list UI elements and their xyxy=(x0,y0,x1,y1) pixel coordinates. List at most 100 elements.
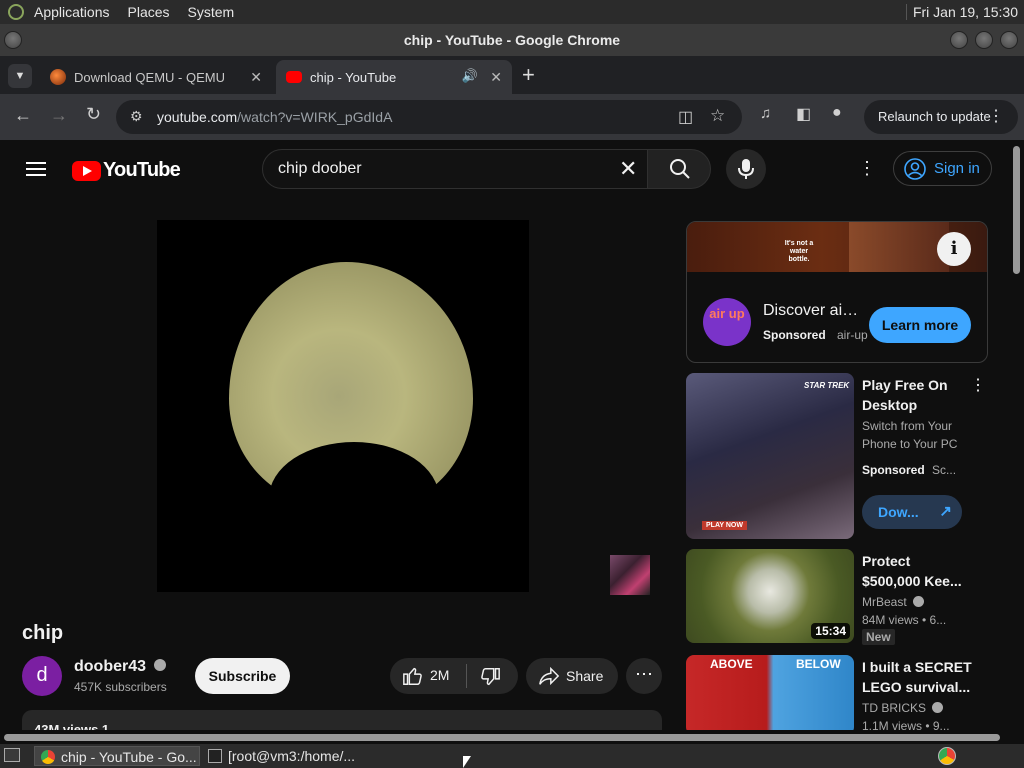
ad-card[interactable]: It's not a water bottle. i air up Discov… xyxy=(686,221,988,363)
recommendation-channel[interactable]: MrBeast xyxy=(862,593,925,611)
window-menu-button[interactable] xyxy=(4,31,22,49)
clock[interactable]: Fri Jan 19, 15:30 xyxy=(905,4,1018,20)
tab-strip: ▼ Download QEMU - QEMU ✕ chip - YouTube … xyxy=(0,56,1024,94)
more-actions-button[interactable]: ⋯ xyxy=(626,658,662,694)
dislike-button[interactable] xyxy=(467,658,518,694)
recommendation-title[interactable]: Protect $500,000 Kee... xyxy=(862,551,962,591)
subscribe-button[interactable]: Subscribe xyxy=(195,658,290,694)
sign-in-label: Sign in xyxy=(934,160,980,177)
browser-toolbar: ← → ↻ ⚙ youtube.com/watch?v=WIRK_pGdIdA … xyxy=(0,94,1024,140)
recommendation-title[interactable]: Play Free On Desktop xyxy=(862,375,962,415)
taskbar-item-terminal[interactable]: [root@vm3:/home/... xyxy=(202,746,372,766)
sponsored-label: Sponsored xyxy=(862,463,925,477)
new-tab-icon[interactable]: + xyxy=(522,62,535,88)
taskbar-item-chrome[interactable]: chip - YouTube - Go... xyxy=(34,746,200,766)
recommendation-sponsored: Sponsored Sc... xyxy=(862,461,956,479)
download-button[interactable]: Dow... ↗ xyxy=(862,495,962,529)
bookmark-star-icon[interactable]: ☆ xyxy=(710,106,725,126)
thumbnail-above-label: ABOVE xyxy=(710,657,753,671)
recommendation-line1: Switch from Your xyxy=(862,419,953,433)
ad-info-icon[interactable]: i xyxy=(937,232,971,266)
thumbnail-below-label: BELOW xyxy=(796,657,841,671)
search-box[interactable]: ✕ xyxy=(262,149,648,189)
channel-avatar[interactable]: d xyxy=(22,656,62,696)
tab-qemu[interactable]: Download QEMU - QEMU ✕ xyxy=(40,60,272,94)
thumbnail-play-now: PLAY NOW xyxy=(702,521,747,530)
recommendation-item[interactable]: ABOVE BELOW I built a SECRET LEGO surviv… xyxy=(686,655,986,730)
gnome-foot-icon[interactable] xyxy=(8,4,24,20)
horizontal-scrollbar[interactable] xyxy=(0,730,1010,744)
ad-title[interactable]: Discover air up xyxy=(763,302,859,320)
tab-youtube[interactable]: chip - YouTube 🔊 ✕ xyxy=(276,60,512,94)
channel-name-text: doober43 xyxy=(74,658,147,675)
clear-search-icon[interactable]: ✕ xyxy=(619,156,637,182)
maximize-button[interactable] xyxy=(975,31,993,49)
recommendation-thumbnail[interactable]: ABOVE BELOW xyxy=(686,655,854,730)
tab-audio-icon[interactable]: 🔊 xyxy=(462,68,478,84)
url-path: /watch?v=WIRK_pGdIdA xyxy=(237,109,393,125)
tab-qemu-label: Download QEMU - QEMU xyxy=(74,69,225,85)
address-bar[interactable]: ⚙ youtube.com/watch?v=WIRK_pGdIdA ◫ ☆ xyxy=(116,100,742,134)
show-desktop-icon[interactable] xyxy=(4,748,20,762)
places-menu[interactable]: Places xyxy=(128,4,170,20)
applications-menu[interactable]: Applications xyxy=(34,4,110,20)
learn-more-button[interactable]: Learn more xyxy=(869,307,971,343)
window-titlebar[interactable]: chip - YouTube - Google Chrome xyxy=(0,24,1024,56)
media-controls-icon[interactable]: ♫ xyxy=(760,105,771,122)
chrome-menu-icon[interactable]: ⋮ xyxy=(988,100,1004,134)
minimize-button[interactable] xyxy=(950,31,968,49)
forward-icon[interactable]: → xyxy=(50,105,68,126)
guide-menu-icon[interactable] xyxy=(26,162,46,176)
ad-domain: air-up xyxy=(837,328,868,342)
qemu-favicon-icon xyxy=(50,69,66,85)
tray-chrome-icon[interactable] xyxy=(938,747,956,765)
recommendation-channel[interactable]: TD BRICKS xyxy=(862,699,944,717)
video-title: chip xyxy=(22,622,64,644)
recommendation-thumbnail[interactable]: 15:34 xyxy=(686,549,854,643)
youtube-favicon-icon xyxy=(286,71,302,83)
share-button[interactable]: Share xyxy=(526,658,618,694)
vertical-scrollbar-thumb[interactable] xyxy=(1013,146,1020,274)
recommendation-menu-icon[interactable]: ⋮ xyxy=(970,375,986,395)
install-app-icon[interactable]: ◫ xyxy=(678,107,693,127)
ad-banner-image xyxy=(849,222,949,272)
recommendation-item[interactable]: STAR TREK PLAY NOW Play Free On Desktop … xyxy=(686,373,986,543)
relaunch-button[interactable]: Relaunch to update ⋮ xyxy=(864,100,1018,134)
video-player[interactable] xyxy=(157,220,529,592)
system-menu[interactable]: System xyxy=(188,4,235,20)
ad-advertiser-logo[interactable]: air up xyxy=(703,298,751,346)
thumbnail-logo: STAR TREK xyxy=(804,381,850,390)
reload-icon[interactable]: ↻ xyxy=(86,104,101,125)
voice-search-button[interactable] xyxy=(726,149,766,189)
terminal-icon xyxy=(208,749,222,763)
microphone-icon xyxy=(738,159,754,179)
side-panel-icon[interactable]: ◧ xyxy=(796,104,811,124)
vertical-scrollbar[interactable] xyxy=(1010,140,1024,730)
horizontal-scrollbar-thumb[interactable] xyxy=(4,734,1000,741)
youtube-play-logo-icon xyxy=(72,160,101,181)
like-button[interactable]: 2M xyxy=(390,658,466,694)
youtube-page: YouTube ✕ ⋮ Sign in chip d doober43 xyxy=(0,140,1010,730)
top-panel: Applications Places System Fri Jan 19, 1… xyxy=(0,0,1024,24)
tab-search-chevron-icon[interactable]: ▼ xyxy=(8,64,32,88)
autoplay-next-thumbnail[interactable] xyxy=(610,555,650,595)
verified-badge-icon xyxy=(932,702,944,713)
settings-kebab-icon[interactable]: ⋮ xyxy=(858,158,876,179)
search-button[interactable] xyxy=(647,149,711,189)
recommendation-title[interactable]: I built a SECRET LEGO survival... xyxy=(862,657,972,697)
search-input[interactable] xyxy=(278,158,608,180)
recommendation-stats: 84M views • 6... xyxy=(862,613,947,627)
recommendation-thumbnail[interactable]: STAR TREK PLAY NOW xyxy=(686,373,854,539)
profile-icon[interactable]: ● xyxy=(832,104,842,122)
site-info-icon[interactable]: ⚙ xyxy=(130,108,143,125)
verified-badge-icon xyxy=(913,596,925,607)
youtube-logo[interactable]: YouTube xyxy=(72,159,181,182)
tab-qemu-close-icon[interactable]: ✕ xyxy=(250,69,262,86)
close-window-button[interactable] xyxy=(1000,31,1018,49)
back-icon[interactable]: ← xyxy=(14,105,32,126)
recommendation-item[interactable]: 15:34 Protect $500,000 Kee... MrBeast 84… xyxy=(686,549,986,649)
description-box[interactable]: 43M views 1 ... xyxy=(22,710,662,730)
tab-youtube-close-icon[interactable]: ✕ xyxy=(490,69,502,86)
sign-in-button[interactable]: Sign in xyxy=(893,151,992,186)
channel-name[interactable]: doober43 xyxy=(74,658,167,676)
